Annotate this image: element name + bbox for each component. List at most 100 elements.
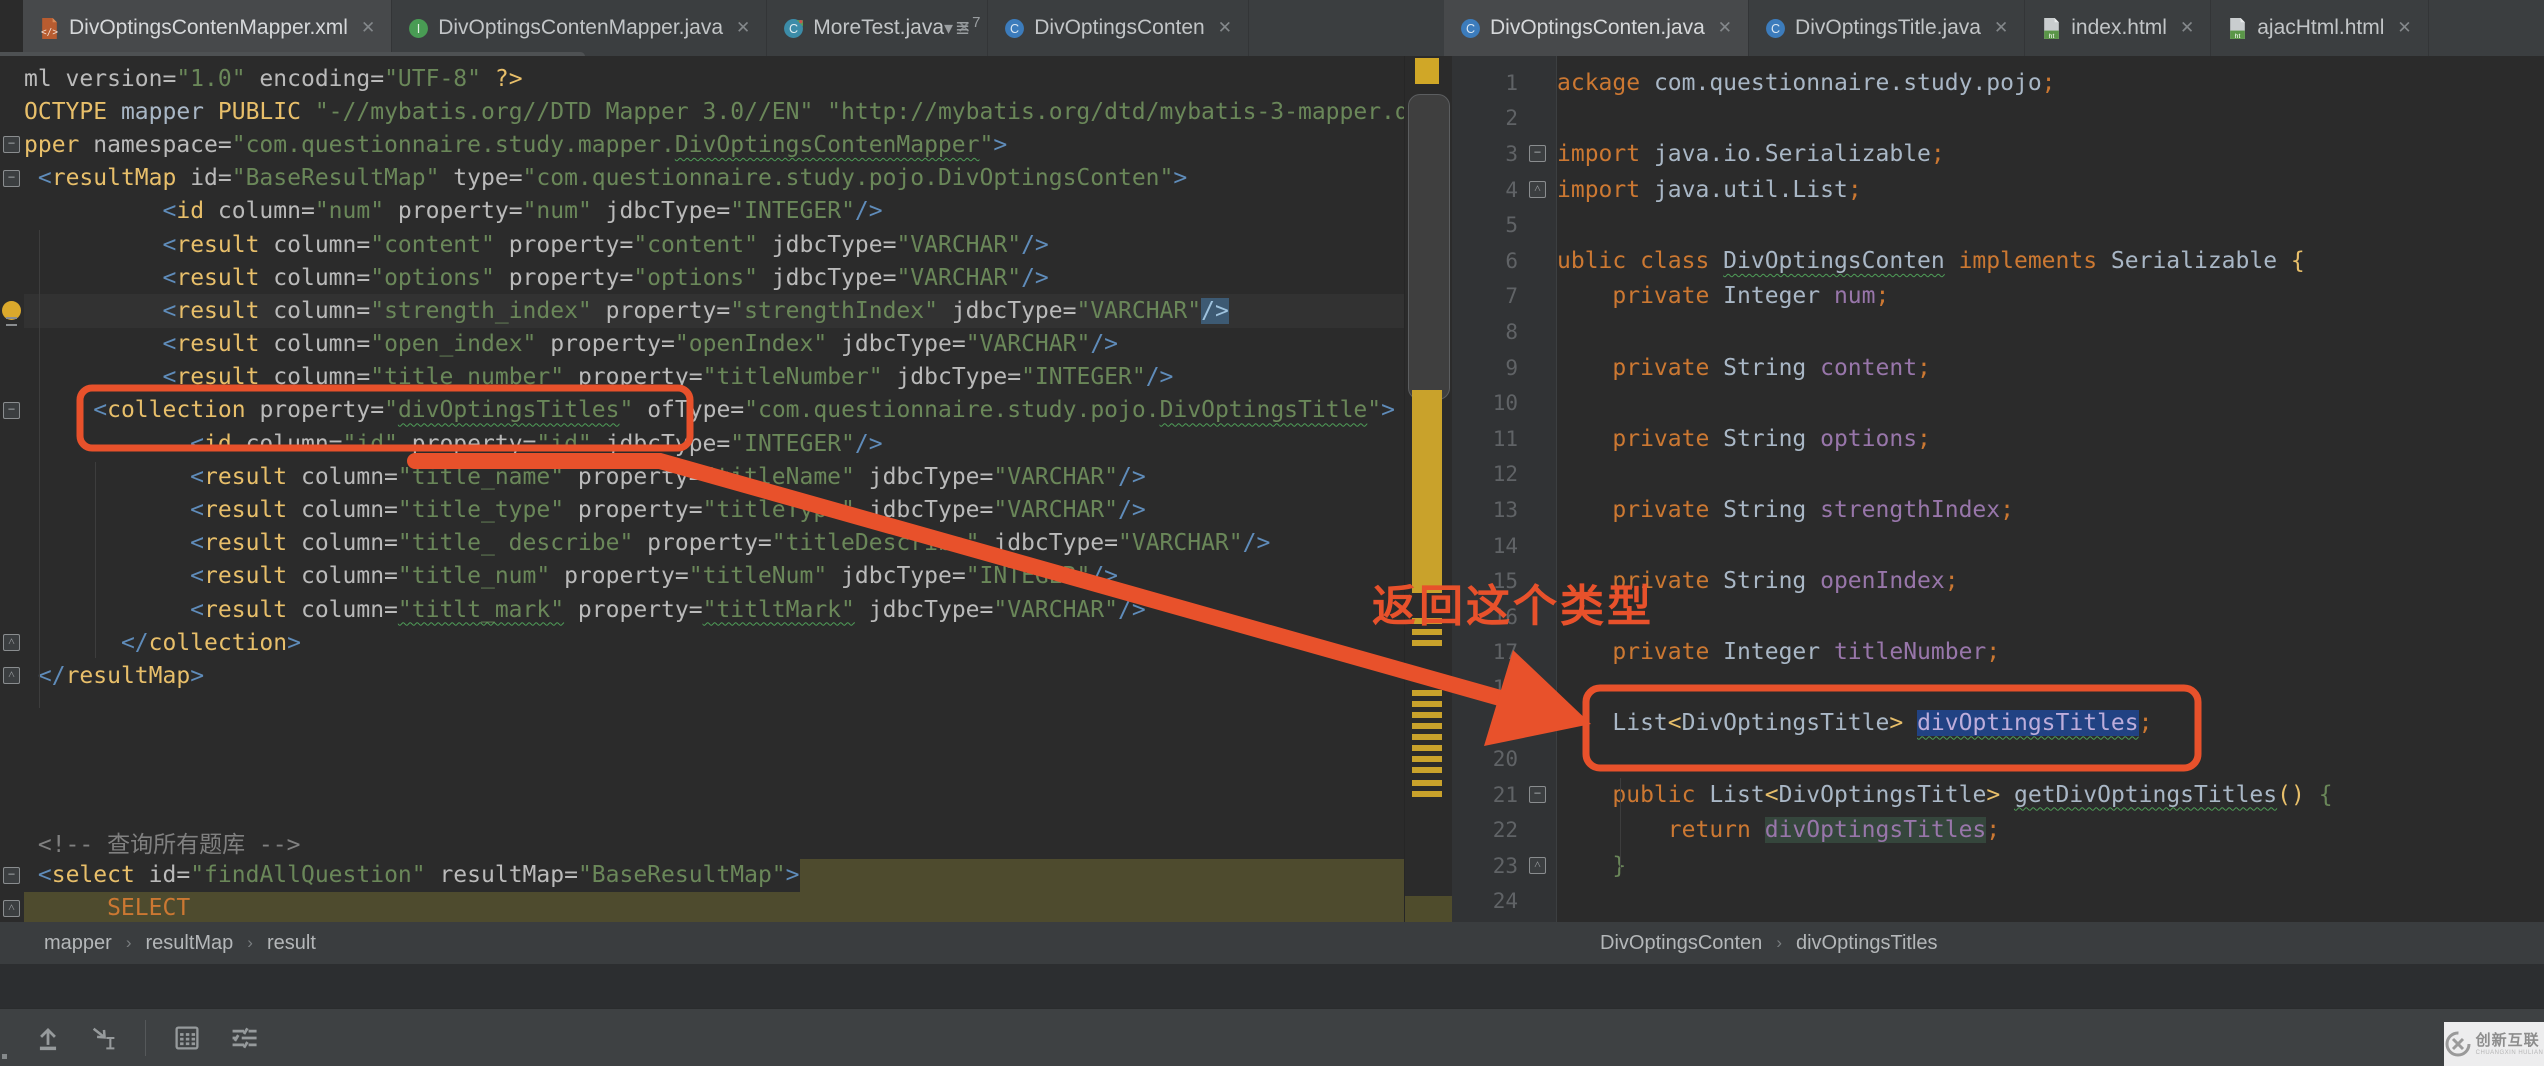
close-icon[interactable]: ✕ — [1994, 18, 2008, 38]
tab-left-3[interactable]: CDivOptingsConten✕ — [988, 0, 1249, 56]
code-line[interactable]: <result column="titlt_mark" property="ti… — [24, 593, 1404, 626]
code-line[interactable]: private String content; — [1557, 350, 2544, 386]
fold-end-icon[interactable]: ˄ — [3, 900, 20, 917]
code-line[interactable]: ackage com.questionnaire.study.pojo; — [1557, 65, 2544, 101]
code-line[interactable]: <select id="findAllQuestion" resultMap="… — [24, 859, 1404, 892]
close-icon[interactable]: ✕ — [2397, 18, 2411, 38]
code-line[interactable] — [24, 759, 1404, 792]
code-line[interactable]: <id column="num" property="num" jdbcType… — [24, 195, 1404, 228]
commit-upload-icon[interactable] — [33, 1023, 63, 1053]
code-line[interactable]: import java.io.Serializable; — [1557, 136, 2544, 172]
close-icon[interactable]: ✕ — [1718, 18, 1732, 38]
code-line[interactable]: <result column="title_type" property="ti… — [24, 493, 1404, 526]
code-line[interactable]: List<DivOptingsTitle> divOptingsTitles; — [1557, 706, 2544, 742]
tab-right-0[interactable]: CDivOptingsConten.java✕ — [1444, 0, 1749, 56]
code-line[interactable] — [1557, 101, 2544, 137]
tab-right-1[interactable]: CDivOptingsTitle.java✕ — [1749, 0, 2025, 56]
code-line[interactable]: <collection property="divOptingsTitles" … — [24, 394, 1404, 427]
code-line[interactable]: <result column="open_index" property="op… — [24, 328, 1404, 361]
code-line[interactable]: <id column="id" property="id" jdbcType="… — [24, 427, 1404, 460]
gutter-row: 2 — [1452, 101, 1556, 137]
close-icon[interactable]: ✕ — [2180, 18, 2194, 38]
code-line[interactable] — [1557, 599, 2544, 635]
code-line[interactable] — [1557, 528, 2544, 564]
code-line[interactable] — [1557, 884, 2544, 920]
fold-collapse-icon[interactable]: − — [1529, 145, 1546, 162]
code-line[interactable] — [24, 693, 1404, 726]
code-line[interactable]: <result column="options" property="optio… — [24, 261, 1404, 294]
close-icon[interactable]: ✕ — [1218, 18, 1232, 38]
line-number: 19 — [1452, 711, 1518, 735]
code-line[interactable]: <resultMap id="BaseResultMap" type="com.… — [24, 162, 1404, 195]
error-stripe-scrollbar[interactable] — [1404, 56, 1453, 922]
breadcrumb-item[interactable]: resultMap — [145, 932, 233, 955]
tab-left-1[interactable]: IDivOptingsContenMapper.java✕ — [392, 0, 767, 56]
code-line[interactable] — [24, 726, 1404, 759]
code-line[interactable] — [1557, 207, 2544, 243]
tab-right-2[interactable]: htindex.html✕ — [2025, 0, 2211, 56]
breadcrumb-item[interactable]: mapper — [44, 932, 112, 955]
code-line[interactable]: private Integer titleNumber; — [1557, 635, 2544, 671]
intention-bulb-icon[interactable] — [2, 301, 21, 320]
fold-end-icon[interactable]: ˄ — [1529, 181, 1546, 198]
code-line[interactable]: private Integer num; — [1557, 279, 2544, 315]
code-line[interactable] — [1557, 457, 2544, 493]
code-line[interactable]: </resultMap> — [24, 659, 1404, 692]
code-line[interactable]: return divOptingsTitles; — [1557, 812, 2544, 848]
filter-settings-icon[interactable] — [228, 1023, 260, 1053]
breadcrumb-item[interactable]: DivOptingsConten — [1600, 932, 1762, 955]
move-caret-icon[interactable] — [89, 1023, 119, 1053]
fold-end-icon[interactable]: ˄ — [1529, 857, 1546, 874]
tab-left-0[interactable]: </>DivOptingsContenMapper.xml✕ — [23, 0, 392, 56]
watermark-badge: 创新互联 CHUANGXIN HULIAN — [2444, 1022, 2544, 1066]
code-line[interactable] — [1557, 314, 2544, 350]
breadcrumb-item[interactable]: result — [267, 932, 316, 955]
line-number: 13 — [1452, 498, 1518, 522]
code-line[interactable]: <result column="strength_index" property… — [24, 294, 1404, 327]
code-line[interactable]: import java.util.List; — [1557, 172, 2544, 208]
svg-text:C: C — [1466, 22, 1475, 36]
fold-collapse-icon[interactable]: − — [1529, 786, 1546, 803]
code-line[interactable]: private String options; — [1557, 421, 2544, 457]
vertical-scrollbar-thumb[interactable] — [1408, 94, 1450, 400]
fold-end-icon[interactable]: ˄ — [3, 634, 20, 651]
code-line[interactable]: private String openIndex; — [1557, 563, 2544, 599]
code-line[interactable]: } — [1557, 848, 2544, 884]
code-line[interactable]: public List<DivOptingsTitle> getDivOptin… — [1557, 777, 2544, 813]
code-line[interactable]: ublic class DivOptingsConten implements … — [1557, 243, 2544, 279]
code-line[interactable]: SELECT — [24, 892, 1404, 922]
grid-view-icon[interactable] — [172, 1023, 202, 1053]
xml-code-area[interactable]: ml version="1.0" encoding="UTF-8" ?>OCTY… — [24, 56, 1404, 922]
code-line[interactable]: ml version="1.0" encoding="UTF-8" ?> — [24, 62, 1404, 95]
fold-collapse-icon[interactable]: − — [3, 170, 20, 187]
java-editor-pane[interactable]: 123−4˄56789101112131415161718192021−2223… — [1452, 56, 2544, 922]
code-line[interactable]: <result column="content" property="conte… — [24, 228, 1404, 261]
code-line[interactable] — [1557, 385, 2544, 421]
line-number: 2 — [1452, 106, 1518, 130]
breadcrumb-item[interactable]: divOptingsTitles — [1796, 932, 1938, 955]
tab-label: DivOptingsConten — [1034, 16, 1204, 40]
code-line[interactable] — [1557, 741, 2544, 777]
code-line[interactable] — [24, 792, 1404, 825]
java-code-area[interactable]: ackage com.questionnaire.study.pojo; impo… — [1557, 56, 2544, 922]
code-line[interactable]: <result column="title_name" property="ti… — [24, 460, 1404, 493]
close-icon[interactable]: ✕ — [361, 18, 375, 38]
code-line[interactable]: pper namespace="com.questionnaire.study.… — [24, 128, 1404, 161]
fold-end-icon[interactable]: ˄ — [3, 667, 20, 684]
code-line[interactable]: private String strengthIndex; — [1557, 492, 2544, 528]
code-line[interactable]: <result column="title_number" property="… — [24, 361, 1404, 394]
code-line[interactable]: <result column="title_num" property="tit… — [24, 560, 1404, 593]
gutter-row: − — [0, 162, 24, 195]
code-line[interactable] — [1557, 670, 2544, 706]
xml-editor-pane[interactable]: − − − ˄ ˄ − ˄ ml version="1.0" encoding="UTF-8… — [0, 56, 1404, 922]
code-line[interactable]: <result column="title_ describe" propert… — [24, 527, 1404, 560]
fold-collapse-icon[interactable]: − — [3, 402, 20, 419]
tab-right-3[interactable]: htajacHtml.html✕ — [2211, 0, 2428, 56]
hidden-tabs-dropdown[interactable]: ▾≣7 — [944, 0, 980, 56]
code-line[interactable]: <!-- 查询所有题库 --> — [24, 825, 1404, 858]
code-line[interactable]: </collection> — [24, 626, 1404, 659]
fold-collapse-icon[interactable]: − — [3, 136, 20, 153]
code-line[interactable]: OCTYPE mapper PUBLIC "-//mybatis.org//DT… — [24, 95, 1404, 128]
fold-collapse-icon[interactable]: − — [3, 867, 20, 884]
close-icon[interactable]: ✕ — [736, 18, 750, 38]
